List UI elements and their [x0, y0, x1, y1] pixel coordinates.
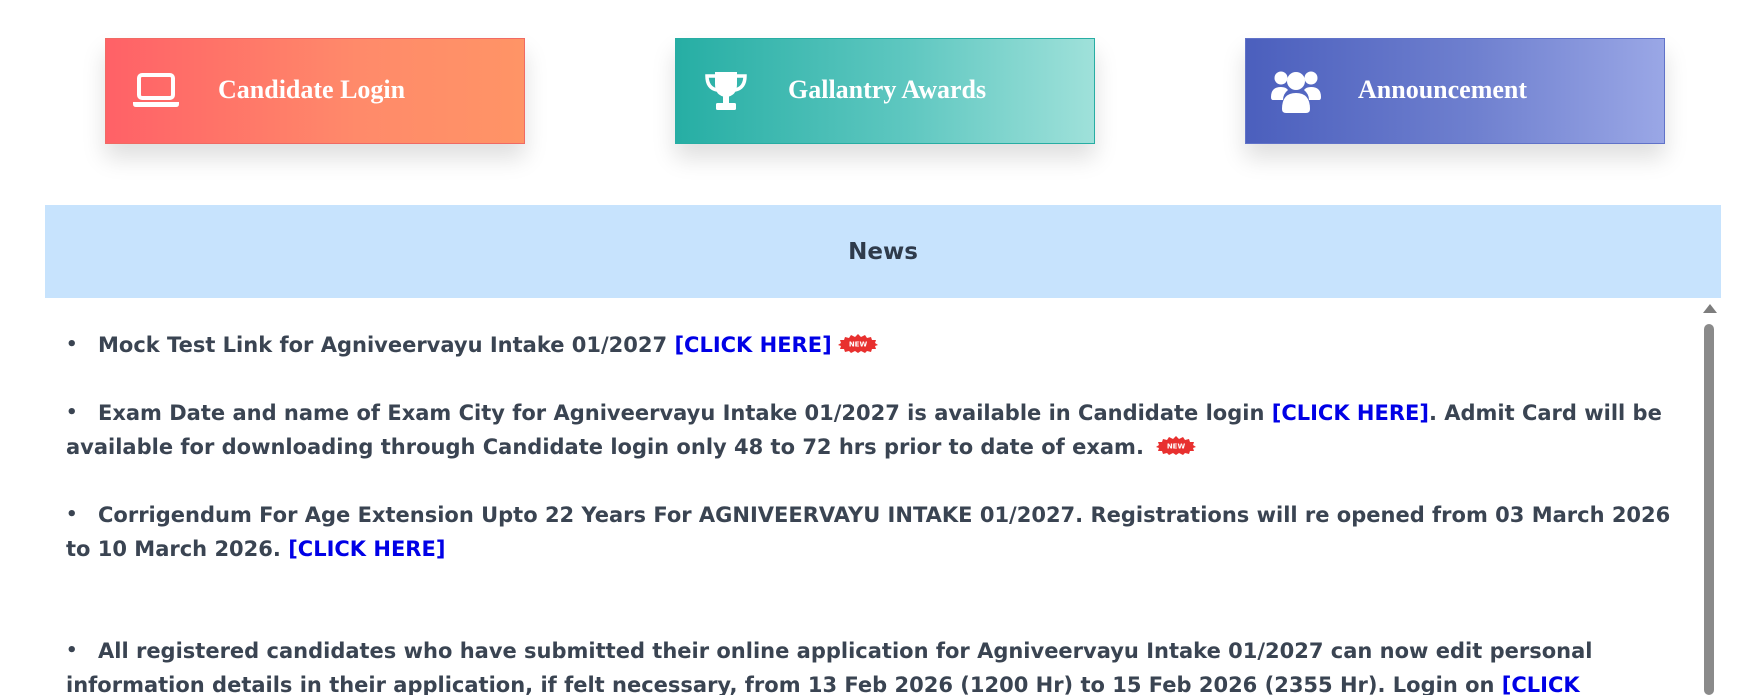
click-here-link[interactable]: [CLICK HERE]: [674, 333, 831, 357]
bullet-icon: •: [66, 402, 78, 423]
bullet-icon: •: [66, 640, 78, 661]
news-item: • Mock Test Link for Agniveervayu Intake …: [66, 328, 1698, 362]
news-list: • Mock Test Link for Agniveervayu Intake …: [66, 328, 1698, 695]
bullet-icon: •: [66, 334, 78, 355]
svg-text:NEW: NEW: [1167, 443, 1186, 451]
gallantry-awards-label: Gallantry Awards: [788, 75, 987, 105]
news-item: • Corrigendum For Age Extension Upto 22 Y…: [66, 498, 1698, 566]
users-icon: [1268, 63, 1324, 119]
news-header: News: [45, 205, 1721, 298]
new-badge-icon: NEW: [1155, 436, 1196, 455]
announcement-button[interactable]: Announcement: [1245, 38, 1665, 144]
news-item-text: All registered candidates who have submi…: [66, 639, 1593, 695]
laptop-icon: [128, 63, 184, 119]
gallantry-awards-button[interactable]: Gallantry Awards: [675, 38, 1095, 144]
scrollbar-thumb[interactable]: [1704, 324, 1714, 695]
news-item-text: Exam Date and name of Exam City for Agni…: [98, 401, 1272, 425]
candidate-login-button[interactable]: Candidate Login: [105, 38, 525, 144]
page: Candidate Login Gallantry Awards Announc…: [0, 0, 1745, 695]
news-item: • Exam Date and name of Exam City for Agn…: [66, 396, 1698, 464]
news-panel: • Mock Test Link for Agniveervayu Intake …: [45, 298, 1721, 695]
news-title: News: [848, 238, 918, 265]
click-here-link[interactable]: [CLICK HERE]: [288, 537, 445, 561]
candidate-login-label: Candidate Login: [218, 75, 406, 105]
new-badge-icon: NEW: [837, 334, 878, 353]
news-item-text: Mock Test Link for Agniveervayu Intake 0…: [98, 333, 675, 357]
news-item: • All registered candidates who have subm…: [66, 634, 1698, 695]
trophy-icon: [698, 63, 754, 119]
click-here-link[interactable]: [CLICK: [1502, 673, 1580, 695]
news-scrollbar[interactable]: [1700, 300, 1718, 695]
svg-text:NEW: NEW: [848, 341, 867, 349]
announcement-label: Announcement: [1358, 75, 1528, 105]
scroll-up-arrow-icon[interactable]: [1703, 304, 1717, 313]
bullet-icon: •: [66, 504, 78, 525]
click-here-link[interactable]: [CLICK HERE]: [1272, 401, 1429, 425]
